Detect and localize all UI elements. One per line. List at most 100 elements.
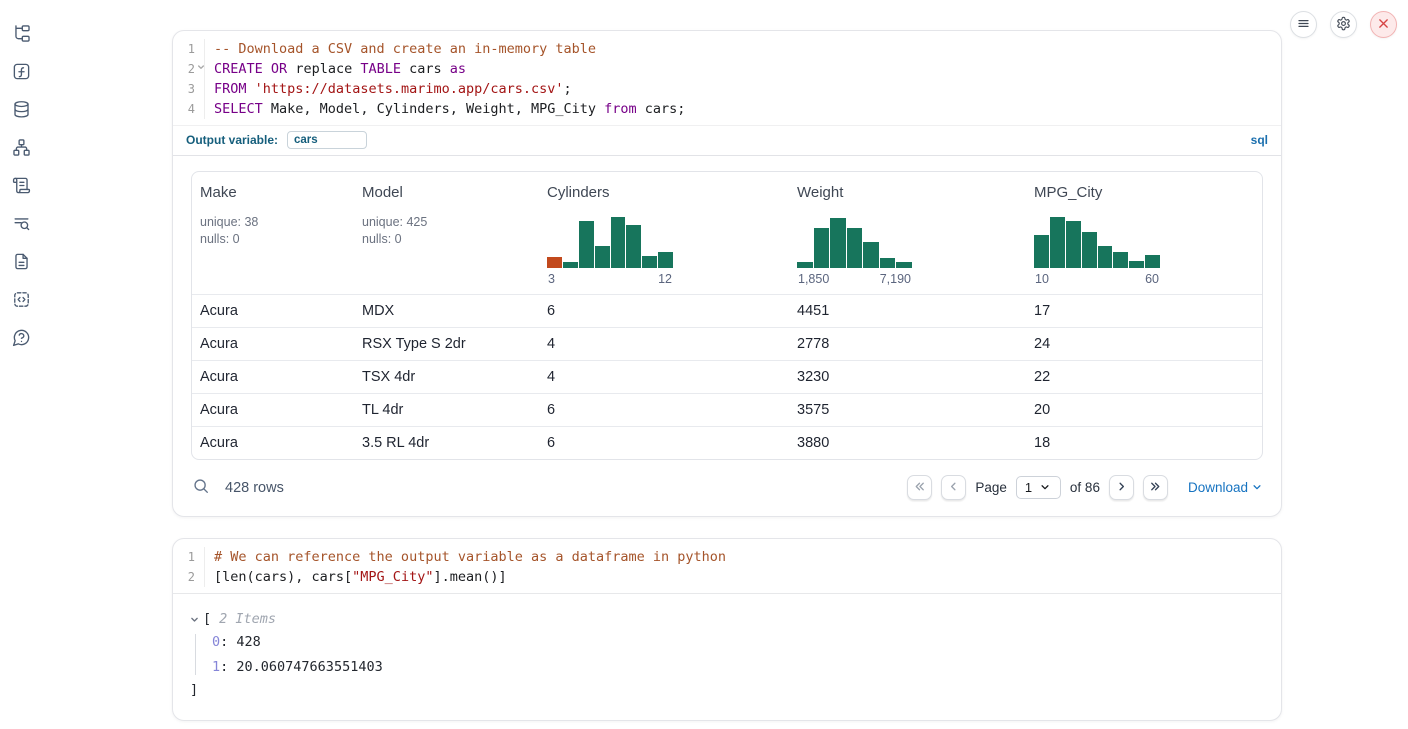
table-cell: 4	[539, 328, 789, 360]
column-histogram[interactable]: 1060	[1034, 215, 1160, 286]
help-icon[interactable]	[12, 327, 32, 347]
table-row[interactable]: AcuraTL 4dr6357520	[192, 393, 1262, 426]
file-tree-icon[interactable]	[12, 23, 32, 43]
histogram-max-label: 60	[1145, 272, 1159, 286]
table-cell: 4	[539, 361, 789, 393]
gear-icon	[1336, 16, 1351, 34]
menu-icon	[1297, 17, 1310, 33]
table-cell: 3575	[789, 394, 1026, 426]
code-text: # We can reference the output variable a…	[205, 547, 726, 567]
chevron-right-icon	[1115, 480, 1128, 496]
histogram-bar	[797, 262, 813, 268]
column-header-mpg_city[interactable]: MPG_City1060	[1026, 184, 1262, 286]
download-label: Download	[1188, 480, 1248, 495]
download-button[interactable]: Download	[1188, 480, 1262, 495]
table-row[interactable]: AcuraRSX Type S 2dr4277824	[192, 327, 1262, 360]
data-sources-icon[interactable]	[12, 99, 32, 119]
list-output: [ 2 Items 0: 4281: 20.060747663551403 ]	[173, 594, 1281, 720]
code-line: 4SELECT Make, Model, Cylinders, Weight, …	[173, 99, 1281, 119]
histogram-bar	[1113, 252, 1128, 268]
stat-line: unique: 425	[362, 214, 531, 231]
line-number: 1	[173, 39, 205, 59]
list-item: 0: 428	[212, 634, 1265, 650]
item-value: 20.060747663551403	[236, 659, 382, 675]
histogram-labels: 1060	[1034, 272, 1160, 286]
page-select-value: 1	[1025, 480, 1032, 495]
table-cell: 24	[1026, 328, 1262, 360]
output-variable-input[interactable]	[287, 131, 367, 149]
sql-cell-output: Makeunique: 38nulls: 0Modelunique: 425nu…	[173, 156, 1281, 516]
left-panel-sidebar	[0, 0, 44, 347]
code-text: CREATE OR replace TABLE cars as	[205, 59, 466, 79]
table-cell: Acura	[192, 394, 354, 426]
search-icon[interactable]	[192, 477, 210, 499]
settings-button[interactable]	[1330, 11, 1357, 38]
histogram-bar	[847, 228, 863, 268]
logs-search-icon[interactable]	[12, 213, 32, 233]
output-variable-label: Output variable:	[186, 133, 278, 147]
code-line: 1# We can reference the output variable …	[173, 547, 1281, 567]
column-histogram[interactable]: 1,850 7,190	[797, 215, 912, 286]
histogram-bar	[611, 217, 626, 268]
table-row[interactable]: AcuraMDX6445117	[192, 294, 1262, 327]
code-line: 3FROM 'https://datasets.marimo.app/cars.…	[173, 79, 1281, 99]
histogram-bar	[1034, 235, 1049, 268]
snippets-icon[interactable]	[12, 289, 32, 309]
table-cell: 6	[539, 427, 789, 459]
histogram-bar	[830, 218, 846, 268]
python-editor[interactable]: 1# We can reference the output variable …	[173, 539, 1281, 593]
first-page-button[interactable]	[907, 475, 932, 500]
shutdown-button[interactable]	[1370, 11, 1397, 38]
histogram-bar	[1050, 217, 1065, 268]
histogram-bars	[1034, 215, 1160, 268]
table-footer: 428 rows Page 1 of 86 Download	[191, 460, 1263, 506]
column-title: Weight	[797, 184, 1018, 201]
list-item: 1: 20.060747663551403	[212, 659, 1265, 675]
column-histogram[interactable]: 312	[547, 215, 673, 286]
functions-icon[interactable]	[12, 61, 32, 81]
scratchpad-icon[interactable]	[12, 175, 32, 195]
column-header-make[interactable]: Makeunique: 38nulls: 0	[192, 184, 354, 286]
top-right-controls	[1290, 11, 1397, 38]
column-header-cylinders[interactable]: Cylinders 312	[539, 184, 789, 286]
chevrons-left-icon	[913, 480, 926, 496]
column-title: Model	[362, 184, 531, 201]
chevron-down-icon[interactable]	[190, 615, 199, 624]
last-page-button[interactable]	[1143, 475, 1168, 500]
chevrons-right-icon	[1149, 480, 1162, 496]
next-page-button[interactable]	[1109, 475, 1134, 500]
histogram-bars	[797, 215, 912, 268]
table-cell: Acura	[192, 295, 354, 327]
item-index: 1	[212, 659, 220, 675]
histogram-bar	[579, 221, 594, 268]
column-title: Make	[200, 184, 346, 201]
table-cell: 3230	[789, 361, 1026, 393]
page-select[interactable]: 1	[1016, 476, 1061, 499]
column-header-weight[interactable]: Weight 1,850 7,190	[789, 184, 1026, 286]
column-stats: unique: 425nulls: 0	[362, 214, 531, 247]
table-row[interactable]: Acura3.5 RL 4dr6388018	[192, 426, 1262, 459]
table-cell: 20	[1026, 394, 1262, 426]
documentation-icon[interactable]	[12, 251, 32, 271]
histogram-max-label: 7,190	[880, 272, 911, 286]
menu-button[interactable]	[1290, 11, 1317, 38]
code-line: 1-- Download a CSV and create an in-memo…	[173, 39, 1281, 59]
histogram-bar	[1066, 221, 1081, 268]
prev-page-button[interactable]	[941, 475, 966, 500]
stat-line: nulls: 0	[200, 231, 346, 248]
table-row[interactable]: AcuraTSX 4dr4323022	[192, 360, 1262, 393]
dependency-graph-icon[interactable]	[12, 137, 32, 157]
column-header-model[interactable]: Model unique: 425nulls: 0	[354, 184, 539, 286]
histogram-bar	[563, 262, 578, 268]
chevron-left-icon	[947, 480, 960, 496]
histogram-min-label: 1,850	[798, 272, 829, 286]
fold-chevron-icon[interactable]	[197, 63, 205, 71]
row-count: 428 rows	[225, 480, 284, 496]
python-cell: 1 # We can reference the output variable …	[172, 538, 1282, 721]
table-cell: 18	[1026, 427, 1262, 459]
data-table: Makeunique: 38nulls: 0Modelunique: 425nu…	[191, 171, 1263, 460]
histogram-labels: 312	[547, 272, 673, 286]
sql-editor[interactable]: 1-- Download a CSV and create an in-memo…	[173, 31, 1281, 156]
table-cell: TSX 4dr	[354, 361, 539, 393]
column-title: Cylinders	[547, 184, 781, 201]
